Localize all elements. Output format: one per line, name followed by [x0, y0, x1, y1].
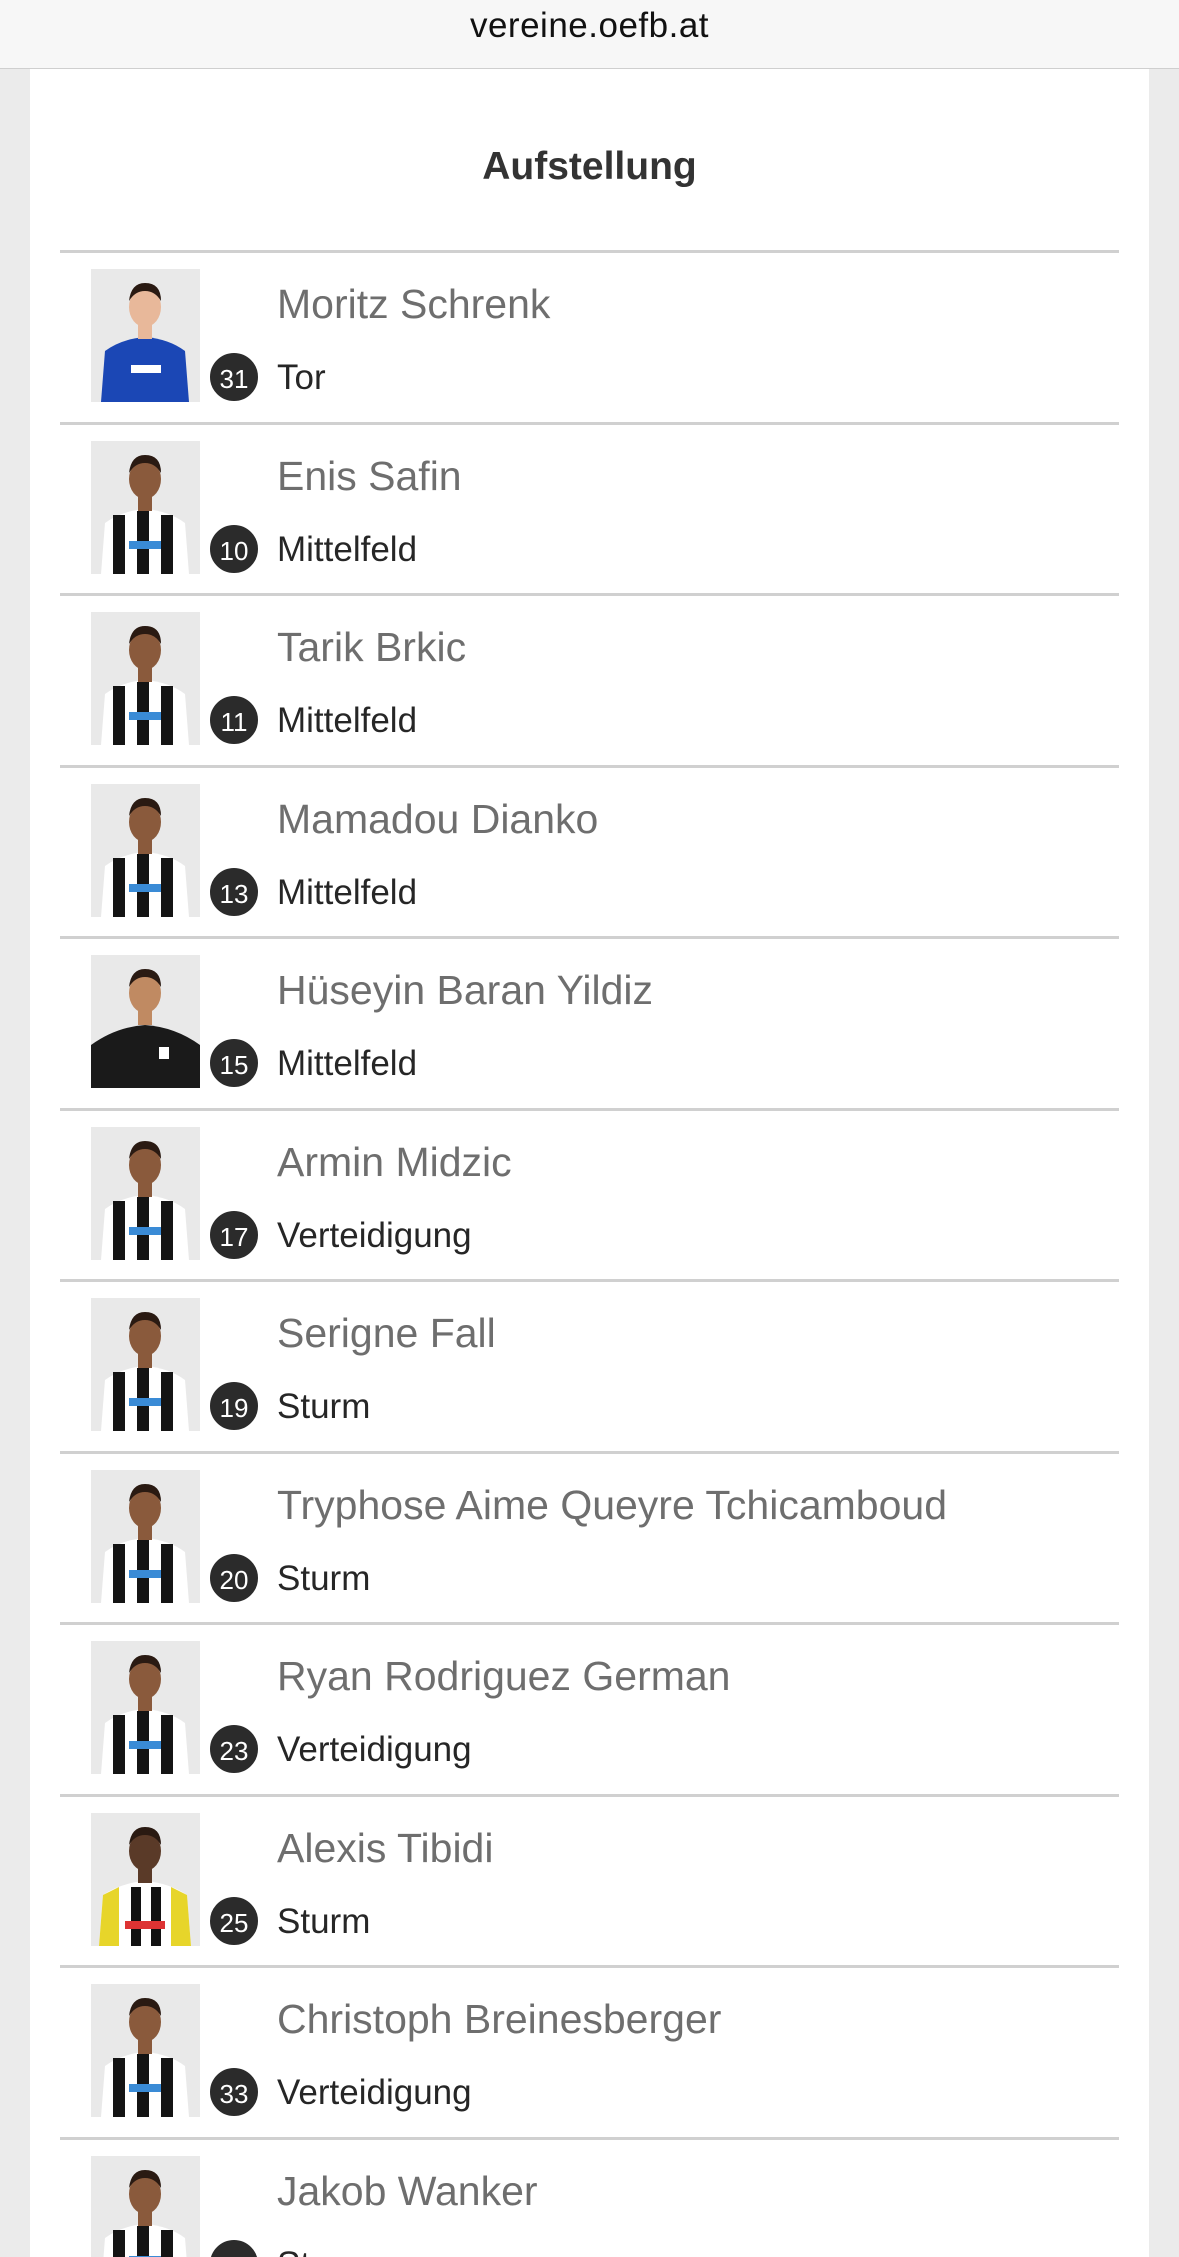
player-list: 31 Moritz Schrenk Tor 10 Enis Safin Mittelfel…: [60, 250, 1119, 2257]
jersey-number-badge: 25: [208, 1894, 260, 1947]
player-position: Sturm: [277, 1387, 371, 1426]
player-photo: [91, 2155, 200, 2257]
player-name[interactable]: Enis Safin: [277, 453, 462, 500]
jersey-number-badge: 23: [208, 1723, 260, 1775]
player-name[interactable]: Hüseyin Baran Yildiz: [277, 967, 653, 1014]
jersey-number-badge: 20: [208, 1551, 260, 1604]
player-position: Verteidigung: [277, 1215, 472, 1255]
jersey-number-badge: 10: [208, 522, 260, 575]
player-photo: [91, 440, 200, 574]
browser-url-bar[interactable]: vereine.oefb.at: [0, 0, 1179, 69]
player-photo: [91, 1469, 200, 1603]
player-position: Verteidigung: [277, 1730, 472, 1769]
player-row[interactable]: 11 Tarik Brkic Mittelfeld: [60, 596, 1119, 768]
player-photo: [91, 1126, 200, 1260]
jersey-number-badge: 13: [208, 865, 260, 918]
player-position: Mittelfeld: [277, 529, 418, 569]
player-position: Mittelfeld: [277, 1044, 418, 1083]
jersey-number-badge: 47: [208, 2237, 260, 2257]
player-row[interactable]: 13 Mamadou Dianko Mittelfeld: [60, 768, 1119, 939]
player-row[interactable]: 31 Moritz Schrenk Tor: [60, 253, 1119, 425]
player-name[interactable]: Moritz Schrenk: [277, 281, 550, 328]
player-name[interactable]: Alexis Tibidi: [277, 1825, 493, 1872]
lineup-card: Aufstellung 31 Moritz Schrenk Tor 10 Enis Sa…: [30, 69, 1149, 2257]
player-row[interactable]: 33 Christoph Breinesberger Verteidigung: [60, 1968, 1119, 2140]
player-position: Mittelfeld: [277, 701, 418, 740]
player-position: Sturm: [277, 1901, 371, 1941]
jersey-number-badge: 11: [208, 694, 260, 746]
player-position: Mittelfeld: [277, 872, 418, 912]
url-text: vereine.oefb.at: [469, 6, 710, 45]
player-photo: [91, 1812, 200, 1946]
player-row[interactable]: 47 Jakob Wanker Sturm: [60, 2140, 1119, 2257]
player-position: Sturm: [277, 2245, 370, 2257]
player-name[interactable]: Jakob Wanker: [277, 2168, 538, 2215]
player-name[interactable]: Tarik Brkic: [277, 624, 466, 671]
jersey-number-badge: 19: [208, 1380, 260, 1432]
jersey-number-badge: 17: [208, 1208, 260, 1261]
player-photo: [91, 1641, 200, 1774]
jersey-number-badge: 15: [208, 1037, 260, 1089]
player-position: Tor: [277, 358, 326, 397]
player-row[interactable]: 23 Ryan Rodriguez German Verteidigung: [60, 1625, 1119, 1797]
player-position: Verteidigung: [277, 2073, 472, 2112]
jersey-number-badge: 31: [208, 351, 260, 403]
player-name[interactable]: Ryan Rodriguez German: [277, 1653, 730, 1700]
player-row[interactable]: 17 Armin Midzic Verteidigung: [60, 1111, 1119, 1282]
player-name[interactable]: Mamadou Dianko: [277, 796, 598, 843]
player-row[interactable]: 19 Serigne Fall Sturm: [60, 1282, 1119, 1454]
player-name[interactable]: Armin Midzic: [277, 1139, 512, 1186]
player-photo: [91, 1298, 200, 1431]
player-row[interactable]: 25 Alexis Tibidi Sturm: [60, 1797, 1119, 1968]
jersey-number-badge: 33: [208, 2066, 260, 2118]
player-row[interactable]: 10 Enis Safin Mittelfeld: [60, 425, 1119, 596]
player-photo: [91, 269, 200, 402]
player-photo: [91, 955, 200, 1088]
player-position: Sturm: [277, 1558, 371, 1598]
player-row[interactable]: 20 Tryphose Aime Queyre Tchicamboud Sturm: [60, 1454, 1119, 1625]
player-photo: [91, 612, 200, 745]
player-photo: [91, 1984, 200, 2117]
player-row[interactable]: 15 Hüseyin Baran Yildiz Mittelfeld: [60, 939, 1119, 1111]
player-name[interactable]: Christoph Breinesberger: [277, 1996, 721, 2043]
player-name[interactable]: Tryphose Aime Queyre Tchicamboud: [277, 1482, 947, 1529]
player-photo: [91, 783, 200, 917]
section-title: Aufstellung: [482, 145, 697, 188]
player-name[interactable]: Serigne Fall: [277, 1310, 496, 1357]
